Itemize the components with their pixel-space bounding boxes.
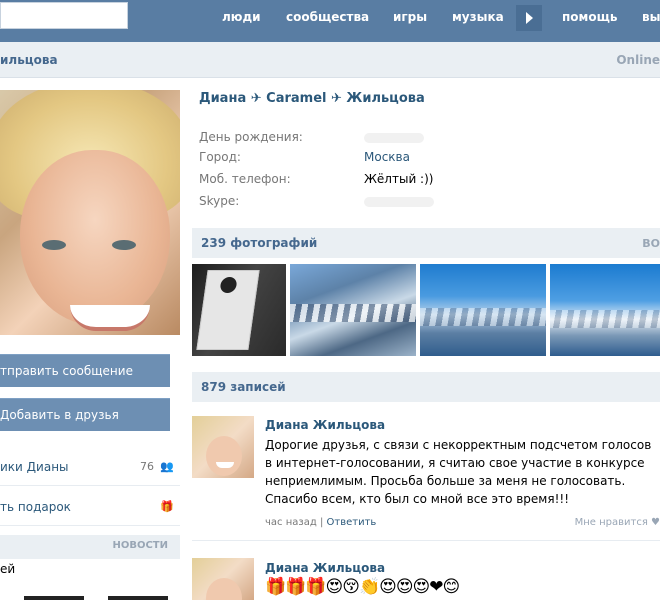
photo-thumb-1[interactable] [192,264,286,356]
birthday-hidden-value [364,133,424,143]
send-message-button[interactable]: тправить сообщение [0,354,170,387]
gift-icon: 🎁 [160,500,174,513]
post-1-like-button[interactable]: Мне нравится ♥ [575,517,660,528]
photo-thumb-4[interactable] [550,264,660,356]
info-label-skype: Skype: [199,194,240,208]
news-header-label: НОВОСТИ [112,540,168,551]
sidebar-gift-label: ть подарок [0,500,71,514]
nav-logout[interactable]: вы [642,10,660,24]
sidebar-thumbnails [0,592,180,600]
add-friend-button[interactable]: Добавить в друзья [0,398,170,431]
nav-help[interactable]: помощь [562,10,617,24]
post-1-author[interactable]: Диана Жильцова [265,418,385,432]
post-1-separator: | [319,517,324,528]
post-2-emoji-row: 🎁🎁🎁😍😚👏😍😍😍❤😊 [265,577,460,597]
info-label-phone: Моб. телефон: [199,172,291,186]
post-2-avatar[interactable] [192,558,254,600]
profile-header-bar: ильцова Online [0,42,660,78]
post-1-avatar[interactable] [192,416,254,478]
photos-section-header[interactable]: 239 фотографий ВО [192,228,660,258]
info-value-phone: Жёлтый :)) [364,172,434,186]
profile-full-name: Диана ✈ Caramel ✈ Жильцова [199,91,425,106]
info-value-city[interactable]: Москва [364,150,410,164]
nav-music[interactable]: музыка [452,10,504,24]
nav-people[interactable]: люди [222,10,261,24]
post-1-time[interactable]: час назад [265,517,317,528]
sidebar-gift-link[interactable]: ть подарок 🎁 [0,488,180,526]
post-1-text: Дорогие друзья, с связи с некорректным п… [265,438,652,506]
photos-count-title[interactable]: 239 фотографий [201,236,317,250]
friends-icon: 👥 [160,460,174,473]
info-label-city: Город: [199,150,241,164]
top-navigation-bar: люди сообщества игры музыка помощь вы [0,0,660,42]
skype-hidden-value [364,197,434,207]
photo-thumb-3[interactable] [420,264,546,356]
post-2-author[interactable]: Диана Жильцова [265,561,385,575]
sidebar-news-header: НОВОСТИ [0,535,180,559]
photos-more-link[interactable]: ВО [642,237,660,250]
nav-communities[interactable]: сообщества [286,10,369,24]
online-status: Online [616,53,660,67]
sidebar-friends-label: ики Дианы [0,460,69,474]
friends-count: 76 [140,460,154,473]
wall-count-title[interactable]: 879 записей [201,380,286,394]
post-divider [192,540,660,541]
post-1-meta: час назад | Ответить [265,517,376,528]
header-profile-name: ильцова [0,53,58,67]
heart-icon: ♥ [651,517,660,528]
photo-thumb-2[interactable] [290,264,416,356]
post-1-reply-link[interactable]: Ответить [327,517,377,528]
nav-games[interactable]: игры [393,10,427,24]
search-input[interactable] [0,2,128,29]
profile-avatar[interactable] [0,90,180,335]
info-label-birthday: День рождения: [199,130,303,144]
sidebar-last-item[interactable]: ей [0,562,15,576]
post-1-like-label: Мне нравится [574,517,648,528]
music-play-arrow-icon[interactable] [516,5,542,31]
sidebar-friends-link[interactable]: ики Дианы 76 👥 [0,448,180,486]
wall-section-header[interactable]: 879 записей [192,372,660,402]
